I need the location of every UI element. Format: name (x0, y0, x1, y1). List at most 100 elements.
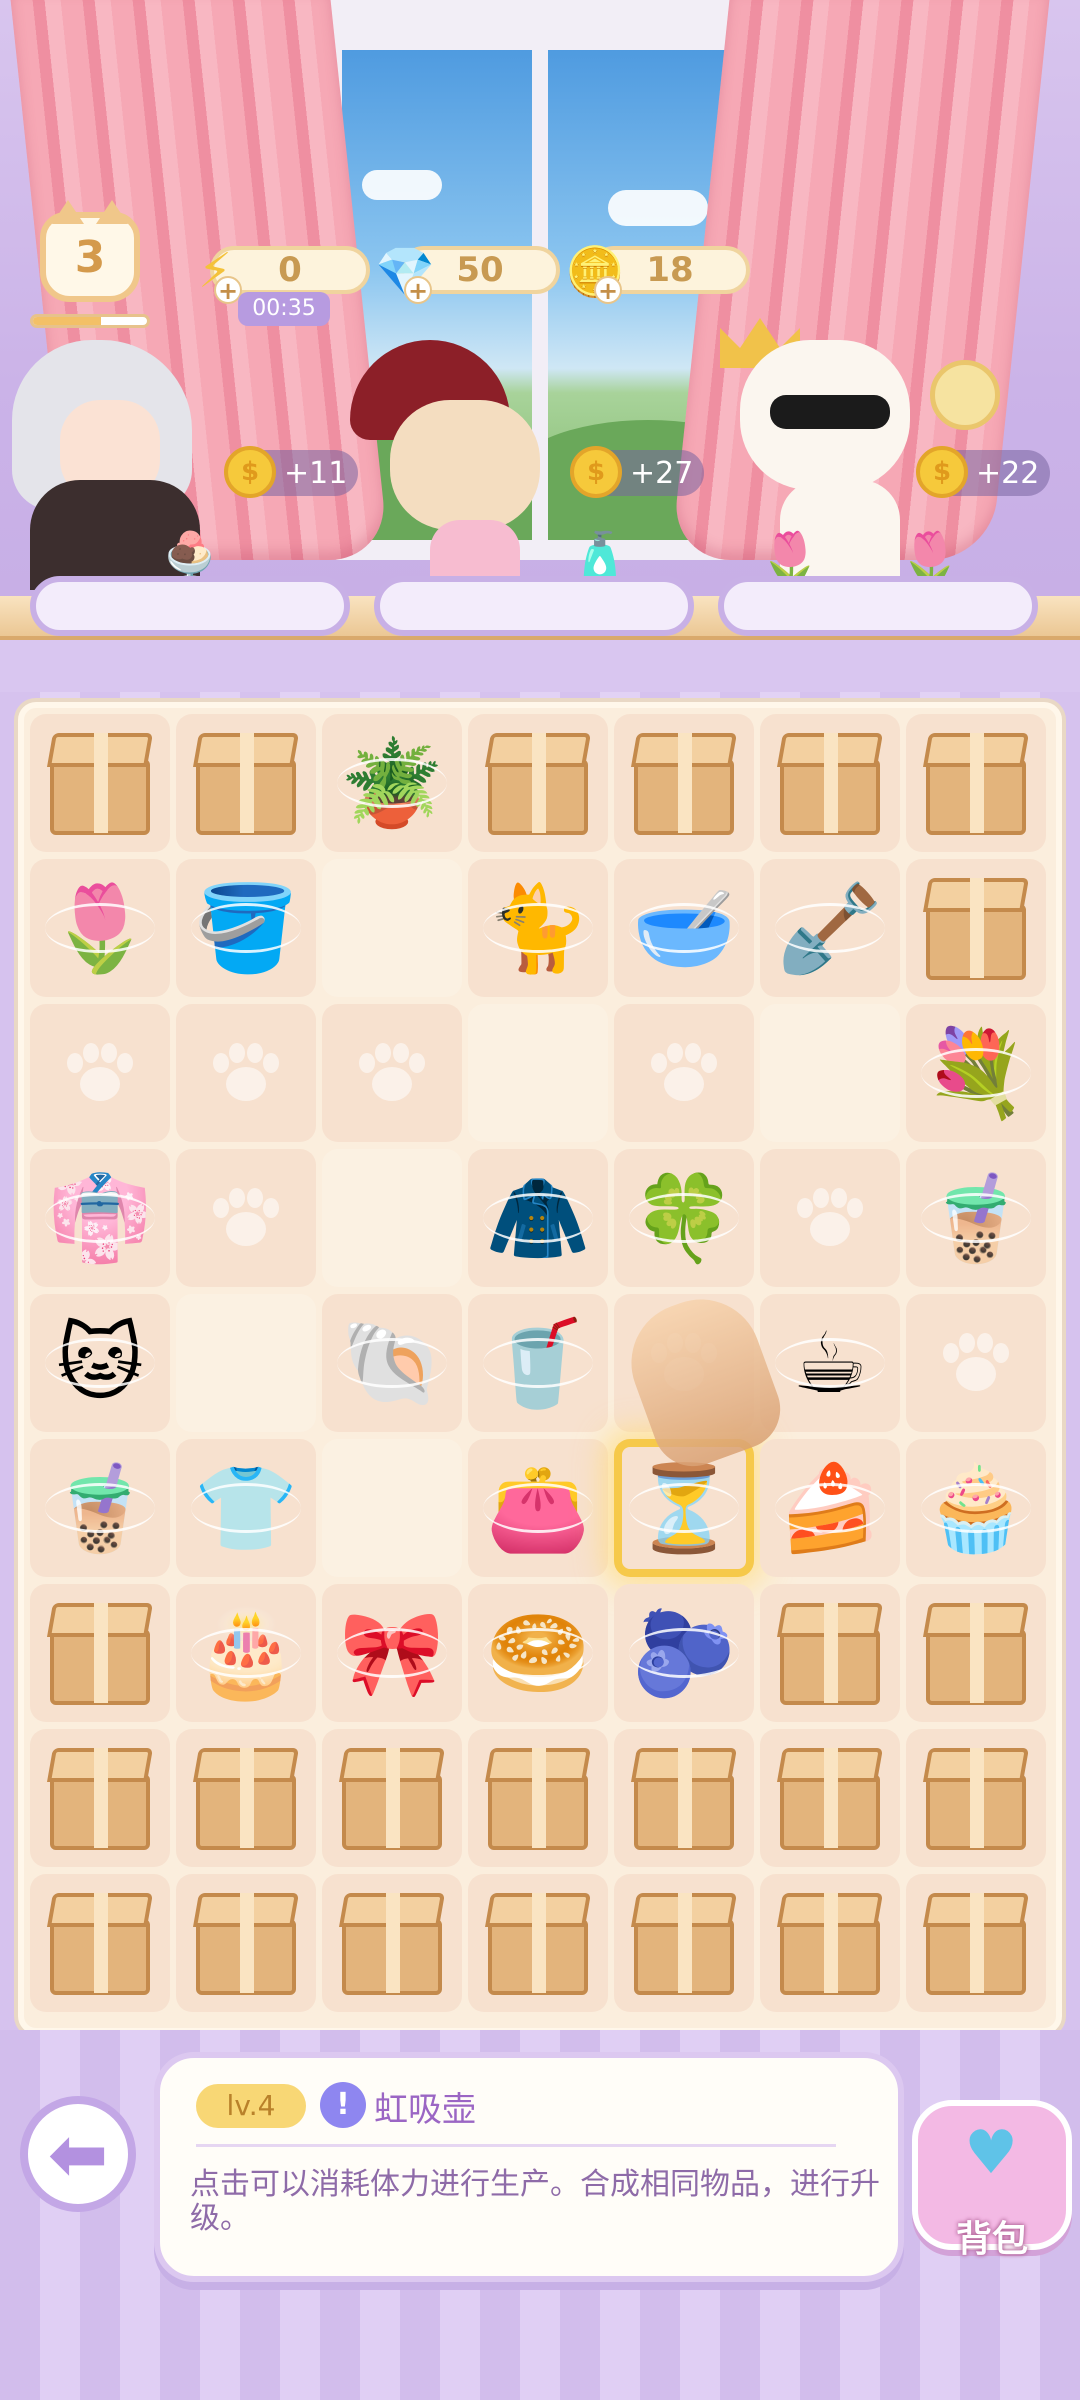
board-cell[interactable] (176, 1149, 316, 1287)
board-cell[interactable] (322, 1729, 462, 1867)
cobweb-icon (775, 1483, 885, 1533)
board-cell[interactable] (760, 1874, 900, 2012)
back-button[interactable]: ⬅ (20, 2096, 136, 2212)
board-cell[interactable] (176, 714, 316, 852)
board-cell[interactable] (176, 1874, 316, 2012)
board-cell[interactable] (906, 1729, 1046, 1867)
board-cell[interactable] (760, 1004, 900, 1142)
board-cell[interactable] (906, 1874, 1046, 2012)
board-cell[interactable] (906, 1584, 1046, 1722)
dress-icon: 👘 (45, 1176, 155, 1260)
board-cell[interactable] (30, 1004, 170, 1142)
box-icon (770, 1883, 890, 2003)
board-cell[interactable]: 🫐 (614, 1584, 754, 1722)
board-cell[interactable] (30, 714, 170, 852)
board-cell[interactable] (614, 1729, 754, 1867)
board-cell[interactable] (30, 1729, 170, 1867)
board-cell[interactable]: 🧁 (906, 1439, 1046, 1577)
board-cell[interactable]: 🎂 (176, 1584, 316, 1722)
board-cell[interactable] (176, 1004, 316, 1142)
coin-counter[interactable]: 🪙 + 18 (565, 244, 750, 304)
box-icon (40, 1883, 160, 2003)
board-cell[interactable] (468, 1729, 608, 1867)
flowers-icon: 💐 (921, 1031, 1031, 1115)
box-icon (916, 1883, 1036, 2003)
coin-icon: $ (916, 446, 968, 498)
customer-plate (718, 576, 1038, 636)
board-cell[interactable] (176, 1294, 316, 1432)
board-cell[interactable]: 💐 (906, 1004, 1046, 1142)
board-cell[interactable]: 👛 (468, 1439, 608, 1577)
board-cell[interactable] (760, 1584, 900, 1722)
board-cell[interactable]: 🍰 (760, 1439, 900, 1577)
board-cell[interactable] (760, 1729, 900, 1867)
add-coin-icon[interactable]: + (594, 276, 622, 304)
arrow-left-icon: ⬅ (47, 2112, 109, 2196)
board-cell[interactable]: ☕ (760, 1294, 900, 1432)
board-cell[interactable] (614, 1874, 754, 2012)
board-cell[interactable]: 🌷 (30, 859, 170, 997)
board-cell[interactable] (322, 1004, 462, 1142)
box-icon (916, 1738, 1036, 1858)
board-cell[interactable] (906, 714, 1046, 852)
board-cell[interactable] (468, 1004, 608, 1142)
board-cell[interactable]: 🐱 (30, 1294, 170, 1432)
board-cell[interactable] (322, 1149, 462, 1287)
board-cell[interactable]: 🎀 (322, 1584, 462, 1722)
board-cell[interactable] (468, 714, 608, 852)
board-cell[interactable] (322, 1439, 462, 1577)
bag-button[interactable]: ♥ 背包 (912, 2070, 1072, 2270)
box-icon (478, 723, 598, 843)
board-cell[interactable]: 🍀 (614, 1149, 754, 1287)
sweater-icon: 👕 (191, 1466, 301, 1550)
cobweb-icon (629, 1628, 739, 1678)
board-cell[interactable] (906, 859, 1046, 997)
board-cell[interactable]: 🐚 (322, 1294, 462, 1432)
board-cell[interactable]: 🥤 (468, 1294, 608, 1432)
heart-icon: ♥ (964, 2118, 1018, 2188)
coffee-icon: ☕ (775, 1321, 885, 1405)
cake-icon: 🧁 (921, 1466, 1031, 1550)
box-icon (770, 1593, 890, 1713)
board-cell[interactable]: 🥯 (468, 1584, 608, 1722)
board-cell[interactable] (614, 1004, 754, 1142)
board-cell[interactable] (906, 1294, 1046, 1432)
board-cell[interactable]: 👕 (176, 1439, 316, 1577)
plum-icon: 🫐 (629, 1611, 739, 1695)
gem-counter[interactable]: 💎 + 50 (375, 244, 560, 304)
bottom-bar: ⬅ lv.4 ! 虹吸壶 点击可以消耗体力进行生产。合成相同物品，进行升级。 ♥… (0, 2030, 1080, 2400)
energy-counter[interactable]: ⚡ + 0 (198, 243, 370, 304)
customer-plate (30, 576, 350, 636)
cobweb-icon (921, 1193, 1031, 1243)
board-cell[interactable] (322, 1874, 462, 2012)
customer-reward: $ +22 (916, 446, 1050, 498)
box-icon (916, 723, 1036, 843)
board-cell[interactable]: 🥣 (614, 859, 754, 997)
box-icon (40, 1738, 160, 1858)
board-cell[interactable] (30, 1584, 170, 1722)
customer-reward: $ +27 (570, 446, 704, 498)
add-gem-icon[interactable]: + (404, 276, 432, 304)
board-cell[interactable] (176, 1729, 316, 1867)
board-cell[interactable]: 🧋 (30, 1439, 170, 1577)
board-cell[interactable]: 🪏 (760, 859, 900, 997)
board-cell[interactable]: 🪣 (176, 859, 316, 997)
player-level-badge[interactable]: 3 (40, 200, 140, 302)
board-cell[interactable]: 👘 (30, 1149, 170, 1287)
board-cell[interactable]: 🪴 (322, 714, 462, 852)
cobweb-icon (629, 1193, 739, 1243)
info-icon[interactable]: ! (320, 2082, 366, 2128)
board-cell[interactable]: 🐈 (468, 859, 608, 997)
board-cell[interactable] (614, 714, 754, 852)
board-cell[interactable] (322, 859, 462, 997)
board-cell[interactable] (760, 714, 900, 852)
board-cell[interactable]: 🧥 (468, 1149, 608, 1287)
board-cell[interactable] (468, 1874, 608, 2012)
witch-cat-character[interactable] (390, 400, 540, 530)
drink-icon: 🧋 (45, 1466, 155, 1550)
board-cell[interactable] (30, 1874, 170, 2012)
board-cell[interactable]: 🧋 (906, 1149, 1046, 1287)
player-level: 3 (74, 231, 106, 283)
board-cell[interactable] (760, 1149, 900, 1287)
cat-icon: 🐈 (483, 886, 593, 970)
